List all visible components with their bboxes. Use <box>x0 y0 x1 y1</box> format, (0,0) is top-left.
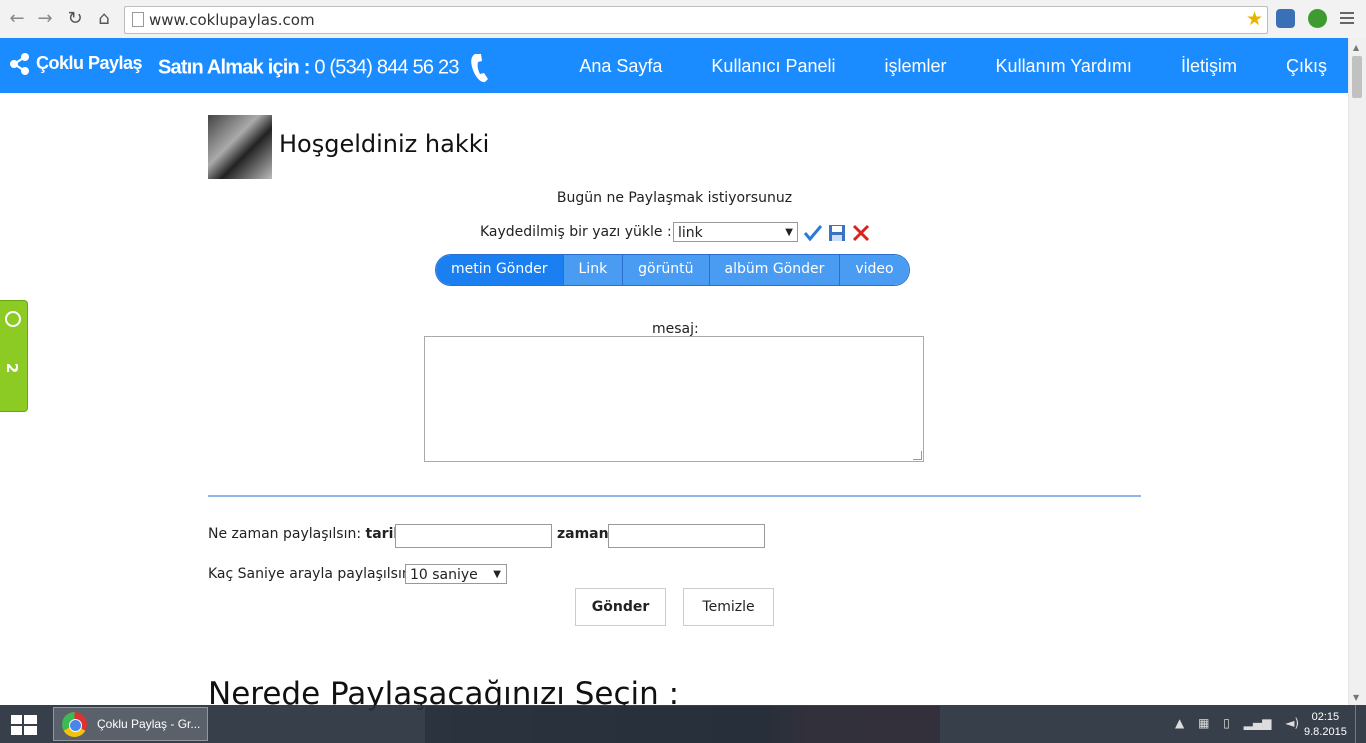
tray-app-icon[interactable]: ▦ <box>1198 716 1209 730</box>
widget-count: 2 <box>3 362 22 374</box>
nav-contact[interactable]: İletişim <box>1181 56 1237 76</box>
back-icon[interactable]: ← <box>6 8 28 30</box>
phone-number: 0 (534) 844 56 23 <box>314 56 459 79</box>
taskbar-chrome-window[interactable]: Çoklu Paylaş - Gr... <box>53 707 208 741</box>
share-icon <box>10 53 29 75</box>
clear-button[interactable]: Temizle <box>683 588 774 626</box>
extension-icon[interactable] <box>1308 9 1327 28</box>
volume-icon[interactable]: ◄) <box>1285 716 1299 730</box>
url-text[interactable]: www.coklupaylas.com <box>149 11 315 29</box>
phone-icon <box>471 54 489 83</box>
tray-expand-icon[interactable]: ▲ <box>1175 716 1184 730</box>
tab-image[interactable]: görüntü <box>622 255 709 285</box>
load-saved-label: Kaydedilmiş bir yazı yükle : <box>480 224 672 240</box>
tray-device-icon[interactable]: ▯ <box>1223 716 1230 730</box>
reload-icon[interactable]: ↻ <box>64 8 86 30</box>
interval-label: Kaç Saniye arayla paylaşılsın: <box>208 566 416 582</box>
chrome-icon <box>62 712 87 737</box>
nav-home[interactable]: Ana Sayfa <box>579 56 662 76</box>
brand-name: Çoklu Paylaş <box>36 52 143 73</box>
taskbar-item-label: Çoklu Paylaş - Gr... <box>97 717 201 731</box>
side-widget-tab[interactable]: 2 <box>0 300 28 412</box>
tab-text[interactable]: metin Gönder <box>436 255 563 285</box>
page-icon <box>132 12 144 27</box>
target-icon <box>5 311 21 327</box>
submit-button[interactable]: Gönder <box>575 588 666 626</box>
show-desktop-button[interactable] <box>1355 705 1366 743</box>
address-bar[interactable]: www.coklupaylas.com ★ <box>124 6 1268 34</box>
nav-logout[interactable]: Çıkış <box>1286 56 1327 76</box>
nav-help[interactable]: Kullanım Yardımı <box>996 56 1132 76</box>
avatar <box>208 115 272 179</box>
nav-operations[interactable]: işlemler <box>885 56 947 76</box>
windows-start-icon[interactable] <box>9 714 39 736</box>
scroll-up-icon[interactable]: ▲ <box>1353 43 1359 52</box>
interval-value: 10 saniye <box>410 567 478 583</box>
time-input[interactable] <box>608 524 765 548</box>
scroll-down-icon[interactable]: ▼ <box>1353 693 1359 702</box>
system-tray: ▲ ▦ ▯ ▂▄▆ ◄) <box>1175 716 1309 730</box>
clock-date: 9.8.2015 <box>1304 726 1347 738</box>
content-type-tabs: metin Gönder Link görüntü albüm Gönder v… <box>435 254 910 286</box>
dropdown-arrow-icon: ▼ <box>493 569 501 580</box>
browser-toolbar: ← → ↻ ⌂ www.coklupaylas.com ★ <box>0 0 1366 39</box>
message-label: mesaj: <box>652 321 699 337</box>
tab-video[interactable]: video <box>839 255 909 285</box>
forward-icon[interactable]: → <box>34 8 56 30</box>
tab-link[interactable]: Link <box>562 255 623 285</box>
message-textarea[interactable] <box>424 336 924 462</box>
tab-album[interactable]: albüm Gönder <box>708 255 840 285</box>
phone-info: Satın Almak için : 0 (534) 844 56 23 <box>158 52 491 84</box>
signal-icon[interactable]: ▂▄▆ <box>1244 716 1272 730</box>
saved-post-value: link <box>678 225 703 241</box>
home-icon[interactable]: ⌂ <box>93 8 115 30</box>
os-taskbar: Çoklu Paylaş - Gr... ▲ ▦ ▯ ▂▄▆ ◄) 02:15 … <box>0 705 1366 743</box>
saved-post-select[interactable]: link ▼ <box>673 222 798 242</box>
section-divider <box>208 495 1141 497</box>
extension-icon[interactable] <box>1276 9 1295 28</box>
scrollbar-thumb[interactable] <box>1352 56 1362 98</box>
resize-grip[interactable] <box>913 451 922 460</box>
time-label: zaman <box>557 526 609 542</box>
confirm-check-icon[interactable] <box>804 224 822 242</box>
date-input[interactable] <box>395 524 552 548</box>
schedule-row: Ne zaman paylaşılsın: tarih <box>208 526 403 542</box>
page-scrollbar[interactable]: ▲ ▼ <box>1348 38 1366 705</box>
phone-prefix: Satın Almak için : <box>158 56 310 79</box>
dropdown-arrow-icon: ▼ <box>785 227 793 238</box>
delete-x-icon[interactable] <box>852 224 870 242</box>
interval-select[interactable]: 10 saniye ▼ <box>405 564 507 584</box>
site-navbar: Çoklu Paylaş Satın Almak için : 0 (534) … <box>0 38 1349 93</box>
save-disk-icon[interactable] <box>828 224 846 242</box>
system-clock[interactable]: 02:15 9.8.2015 <box>1304 710 1347 740</box>
share-prompt: Bugün ne Paylaşmak istiyorsunuz <box>556 190 793 206</box>
nav-user-panel[interactable]: Kullanıcı Paneli <box>711 56 835 76</box>
bookmark-star-icon[interactable]: ★ <box>1246 8 1263 30</box>
brand-logo[interactable]: Çoklu Paylaş <box>10 52 143 76</box>
clock-time: 02:15 <box>1311 711 1340 723</box>
menu-icon[interactable] <box>1340 10 1354 26</box>
main-menu: Ana Sayfa Kullanıcı Paneli işlemler Kull… <box>535 56 1327 77</box>
schedule-label: Ne zaman paylaşılsın: <box>208 526 362 542</box>
page-title: Hoşgeldiniz hakki <box>279 130 490 158</box>
